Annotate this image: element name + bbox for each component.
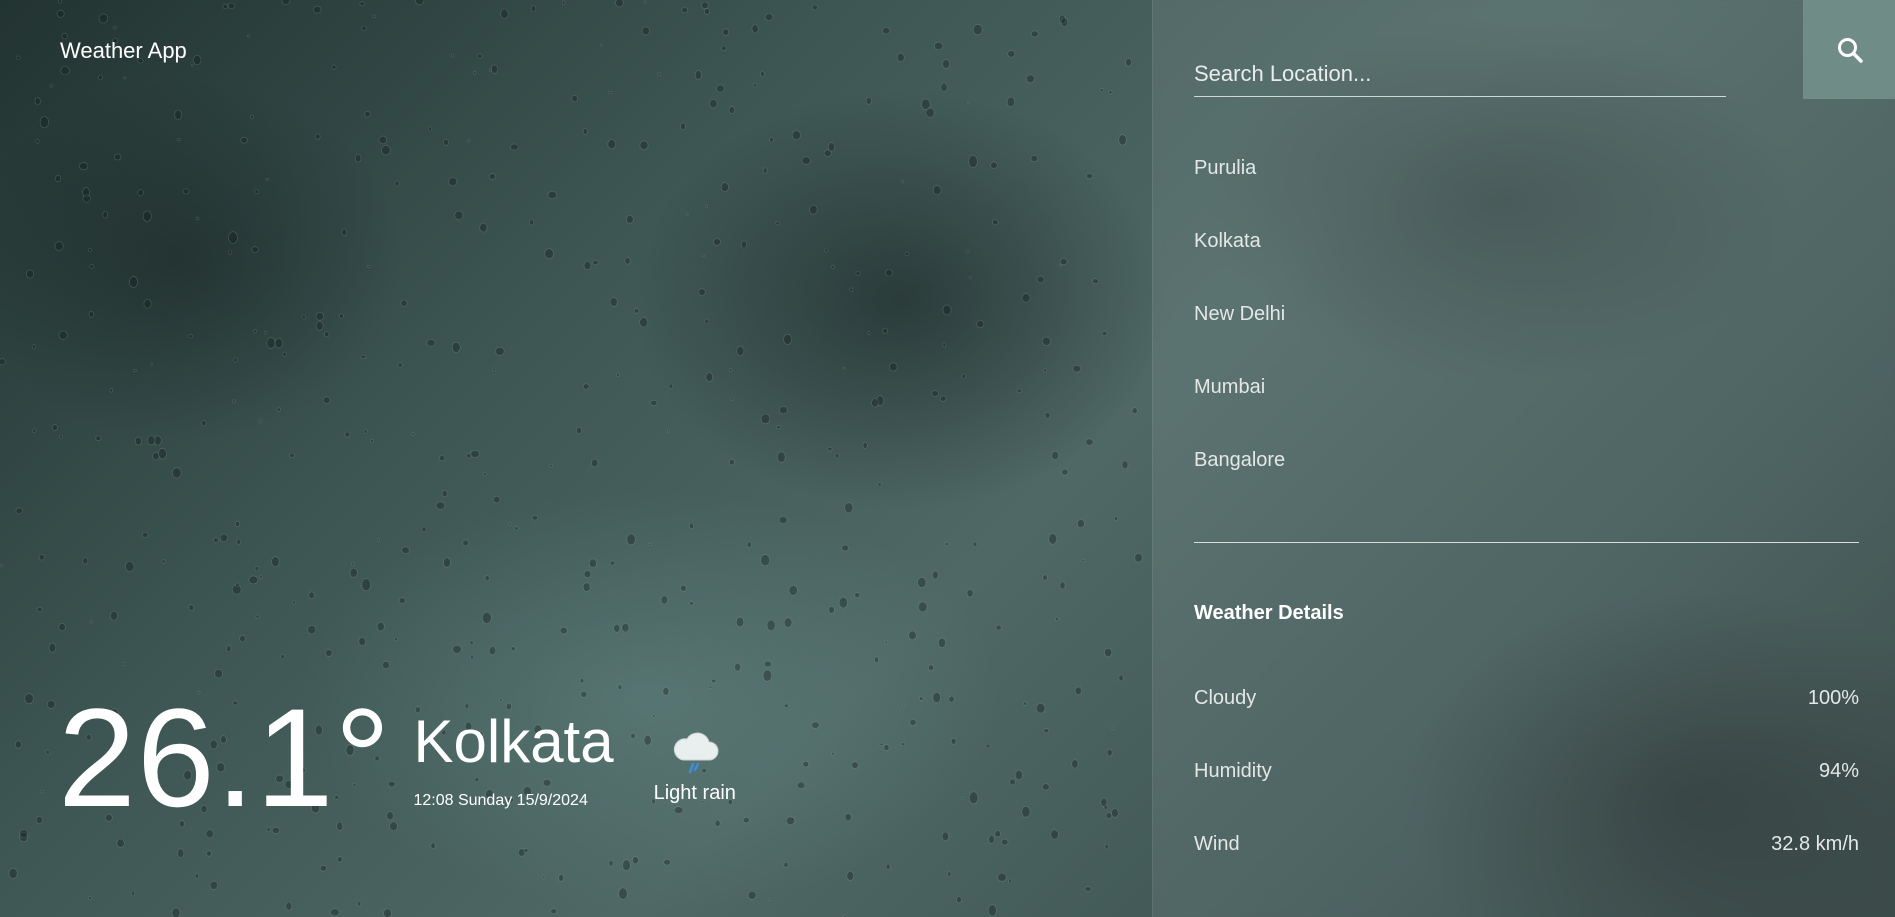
detail-value: 32.8 km/h <box>1771 833 1859 855</box>
divider <box>1194 542 1859 543</box>
detail-value: 100% <box>1807 687 1859 709</box>
current-weather: 26.1° Kolkata 12:08 Sunday 15/9/2024 Lig… <box>58 688 736 828</box>
detail-row-cloudy: Cloudy 100% <box>1194 676 1859 749</box>
side-panel: Purulia Kolkata New Delhi Mumbai Bangalo… <box>1152 0 1895 917</box>
location-list: Purulia Kolkata New Delhi Mumbai Bangalo… <box>1194 148 1285 513</box>
weather-app: Weather App 26.1° Kolkata 12:08 Sunday 1… <box>0 0 1895 917</box>
detail-label: Cloudy <box>1194 687 1257 709</box>
temperature: 26.1° <box>58 679 392 836</box>
location-item-kolkata[interactable]: Kolkata <box>1194 221 1285 294</box>
location-item-purulia[interactable]: Purulia <box>1194 148 1285 221</box>
location-item-bangalore[interactable]: Bangalore <box>1194 440 1285 513</box>
weather-details: Cloudy 100% Humidity 94% Wind 32.8 km/h <box>1194 676 1859 895</box>
search-button[interactable] <box>1803 0 1895 99</box>
search-input[interactable] <box>1194 52 1726 97</box>
city-block: Kolkata 12:08 Sunday 15/9/2024 <box>413 710 613 810</box>
detail-row-wind: Wind 32.8 km/h <box>1194 822 1859 895</box>
cloud-rain-icon <box>673 732 719 774</box>
location-item-new-delhi[interactable]: New Delhi <box>1194 294 1285 367</box>
location-item-mumbai[interactable]: Mumbai <box>1194 367 1285 440</box>
search-icon <box>1837 37 1863 63</box>
detail-label: Wind <box>1194 833 1240 855</box>
detail-label: Humidity <box>1194 760 1272 782</box>
weather-details-title: Weather Details <box>1194 602 1344 624</box>
city-name: Kolkata <box>413 708 614 775</box>
condition-text: Light rain <box>653 782 736 804</box>
detail-value: 94% <box>1818 760 1859 782</box>
detail-row-humidity: Humidity 94% <box>1194 749 1859 822</box>
condition-block: Light rain <box>654 728 736 805</box>
app-title[interactable]: Weather App <box>60 38 187 64</box>
date-time: 12:08 Sunday 15/9/2024 <box>413 792 588 809</box>
